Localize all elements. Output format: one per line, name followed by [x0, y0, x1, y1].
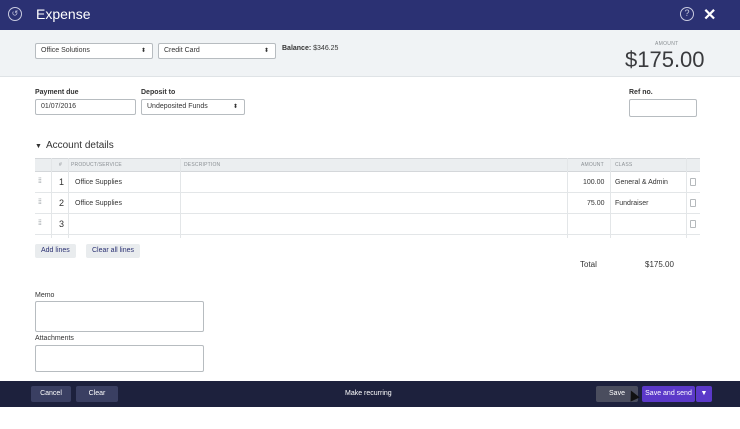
col-number: #	[59, 162, 62, 168]
table-row[interactable]: ⁞⁞⁞ 3	[35, 214, 700, 235]
row-product[interactable]: Office Supplies	[75, 179, 122, 186]
table-row[interactable]: ⁞⁞⁞ 2 Office Supplies 75.00 Fundraiser	[35, 193, 700, 214]
history-icon[interactable]: ↺	[8, 7, 22, 21]
col-description: DESCRIPTION	[184, 162, 221, 168]
row-amount[interactable]: 75.00	[587, 200, 605, 207]
column-divider	[180, 158, 181, 238]
table-header: # PRODUCT/SERVICE DESCRIPTION AMOUNT CLA…	[35, 158, 700, 172]
select-arrows-icon: ⬍	[232, 104, 238, 110]
attachments-dropzone[interactable]	[35, 345, 204, 372]
row-product[interactable]: Office Supplies	[75, 200, 122, 207]
column-divider	[68, 158, 69, 238]
clear-all-lines-button[interactable]: Clear all lines	[86, 244, 141, 258]
expense-header: Office Solutions ⬍ Credit Card ⬍ Balance…	[0, 30, 740, 77]
add-lines-button[interactable]: Add lines	[35, 244, 76, 258]
save-and-send-button[interactable]: Save and send	[642, 386, 695, 402]
balance-value: $346.25	[313, 45, 339, 52]
select-arrows-icon: ⬍	[263, 48, 269, 54]
deposit-to-label: Deposit to	[141, 89, 176, 96]
trash-icon[interactable]	[690, 178, 696, 186]
col-amount: AMOUNT	[581, 162, 604, 168]
col-class: CLASS	[615, 162, 633, 168]
payee-select[interactable]: Office Solutions ⬍	[35, 43, 153, 59]
column-divider	[610, 158, 611, 238]
memo-field[interactable]	[35, 301, 204, 332]
total-value: $175.00	[645, 260, 674, 269]
row-class[interactable]: General & Admin	[615, 179, 668, 186]
deposit-to-select[interactable]: Undeposited Funds ⬍	[141, 99, 245, 115]
total-label: Total	[580, 260, 597, 269]
account-select[interactable]: Credit Card ⬍	[158, 43, 276, 59]
trash-icon[interactable]	[690, 220, 696, 228]
drag-handle-icon[interactable]: ⁞⁞⁞	[38, 220, 42, 227]
triangle-down-icon: ▼	[35, 143, 42, 150]
account-details-toggle[interactable]: ▼ Account details	[35, 140, 114, 151]
window-title: Expense	[36, 6, 91, 22]
payment-due-field[interactable]: 01/07/2016	[35, 99, 136, 115]
row-class[interactable]: Fundraiser	[615, 200, 648, 207]
make-recurring-link[interactable]: Make recurring	[345, 390, 392, 397]
payee-value: Office Solutions	[41, 47, 90, 54]
title-bar: ↺ Expense ? ✕	[0, 0, 740, 30]
clear-button[interactable]: Clear	[76, 386, 118, 402]
account-details-table: # PRODUCT/SERVICE DESCRIPTION AMOUNT CLA…	[35, 158, 700, 238]
drag-handle-icon[interactable]: ⁞⁞⁞	[38, 178, 42, 185]
account-value: Credit Card	[164, 47, 200, 54]
select-arrows-icon: ⬍	[140, 48, 146, 54]
cancel-button[interactable]: Cancel	[31, 386, 71, 402]
col-product: PRODUCT/SERVICE	[71, 162, 122, 168]
column-divider	[686, 158, 687, 238]
trash-icon[interactable]	[690, 199, 696, 207]
column-divider	[567, 158, 568, 238]
payment-due-label: Payment due	[35, 89, 79, 96]
attachments-label: Attachments	[35, 335, 74, 342]
row-amount[interactable]: 100.00	[583, 179, 604, 186]
chevron-down-icon: ▼	[700, 390, 708, 397]
balance: Balance: $346.25	[282, 45, 338, 52]
balance-label: Balance:	[282, 45, 312, 52]
ref-no-label: Ref no.	[629, 89, 653, 96]
row-number: 1	[59, 177, 65, 187]
memo-label: Memo	[35, 292, 55, 299]
column-divider	[51, 158, 52, 238]
row-number: 2	[59, 198, 65, 208]
close-icon[interactable]: ✕	[703, 5, 716, 25]
ref-no-field[interactable]	[629, 99, 697, 117]
deposit-to-value: Undeposited Funds	[147, 103, 208, 110]
drag-handle-icon[interactable]: ⁞⁞⁞	[38, 199, 42, 206]
question-icon[interactable]: ?	[680, 7, 694, 21]
account-details-title: Account details	[45, 140, 114, 151]
row-number: 3	[59, 219, 65, 229]
amount-total: $175.00	[625, 47, 705, 72]
table-row[interactable]: ⁞⁞⁞ 1 Office Supplies 100.00 General & A…	[35, 172, 700, 193]
save-options-dropdown[interactable]: ▼	[696, 386, 712, 402]
